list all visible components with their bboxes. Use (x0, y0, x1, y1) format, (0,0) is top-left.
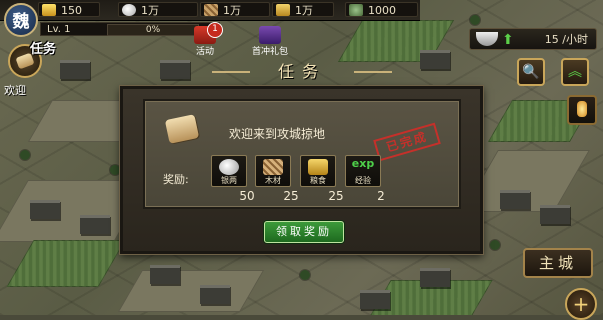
gold-value: 150 (61, 4, 82, 17)
quest-caption: 欢迎 (4, 84, 26, 97)
completed-stamp: 已完成 (373, 122, 441, 162)
food-resource[interactable]: 1万 (272, 2, 334, 17)
gold-ingot-icon (42, 4, 56, 16)
kingdom-badge[interactable]: 魏 (4, 3, 38, 37)
gift-box-icon (259, 26, 281, 44)
population-icon (349, 4, 363, 16)
house (150, 265, 180, 284)
silver-icon (122, 4, 136, 16)
first-recharge-label: 首冲礼包 (251, 47, 288, 57)
reward-food-value: 25 (328, 189, 344, 203)
reward-silver-value: 50 (239, 189, 255, 203)
wood-icon (204, 4, 218, 16)
wood-resource[interactable]: 1万 (200, 2, 270, 17)
wood-icon (263, 159, 283, 175)
event-button[interactable]: 1 活动 (190, 22, 223, 57)
house (420, 268, 450, 287)
claim-reward-button[interactable]: 领取奖励 (264, 221, 344, 243)
tree (110, 165, 120, 175)
tree (300, 270, 310, 280)
house (200, 285, 230, 304)
house (500, 190, 530, 209)
dialog-title: 任务 (212, 60, 392, 84)
quest-message: 欢迎来到攻城掠地 (229, 127, 326, 141)
reward-exp-value: 2 (377, 189, 385, 203)
plus-button[interactable]: + (565, 288, 597, 320)
house (420, 50, 450, 69)
grain-icon (308, 159, 328, 175)
reward-silver: 银两 (211, 155, 247, 187)
silver-bowl-icon (476, 32, 498, 46)
search-button[interactable]: 🔍 (517, 58, 545, 86)
map-plot (117, 270, 265, 312)
house (60, 60, 90, 79)
event-label: 活动 (195, 47, 214, 57)
reward-wood-value: 25 (283, 189, 299, 203)
exp-icon: exp (351, 157, 375, 170)
reward-exp: exp 经验 (345, 155, 381, 187)
house (160, 60, 190, 79)
arrow-up-icon: ⬆ (502, 32, 514, 48)
rate-unit: /小时 (562, 33, 588, 46)
silver-resource[interactable]: 1万 (118, 2, 198, 17)
magnifier-icon: 🔍 (522, 64, 540, 80)
house (360, 290, 390, 309)
house (80, 215, 110, 234)
map-field (6, 240, 126, 287)
silver-value: 1万 (141, 4, 159, 17)
grain-icon (276, 4, 290, 16)
first-recharge-button[interactable]: 首冲礼包 (250, 26, 290, 57)
chevron-up-icon: ︽ (568, 64, 582, 80)
gold-resource[interactable]: 150 (38, 2, 100, 17)
house (30, 200, 60, 219)
notification-badge: 1 (207, 22, 223, 38)
quest-dialog: 欢迎来到攻城掠地 已完成 奖励: 银两 木材 粮食 exp 经验 50 25 2… (120, 86, 483, 254)
food-value: 1万 (295, 4, 313, 17)
rank-up-button[interactable]: ︽ (561, 58, 589, 86)
population-resource[interactable]: 1000 (345, 2, 418, 17)
main-city-button[interactable]: 主城 (523, 248, 593, 278)
rate-value: 15 (544, 33, 559, 46)
tree (470, 15, 480, 25)
population-value: 1000 (368, 4, 396, 17)
house (540, 205, 570, 224)
silver-ingot-icon (219, 159, 239, 175)
scroll-icon (164, 114, 200, 144)
reward-label: 奖励: (163, 173, 189, 186)
lantern-button[interactable] (567, 95, 597, 125)
quest-button-label: 任务 (30, 42, 57, 57)
tree (20, 150, 30, 160)
reward-food: 粮食 (300, 155, 336, 187)
xp-progress: 0% (107, 24, 199, 36)
tree (490, 240, 500, 250)
silver-rate-box: ⬆ 15 /小时 (469, 28, 597, 50)
level-label: Lv. 1 (47, 24, 71, 35)
wood-value: 1万 (223, 4, 241, 17)
reward-wood: 木材 (255, 155, 291, 187)
resource-bar: 150 1万 1万 1万 1000 (0, 0, 420, 21)
